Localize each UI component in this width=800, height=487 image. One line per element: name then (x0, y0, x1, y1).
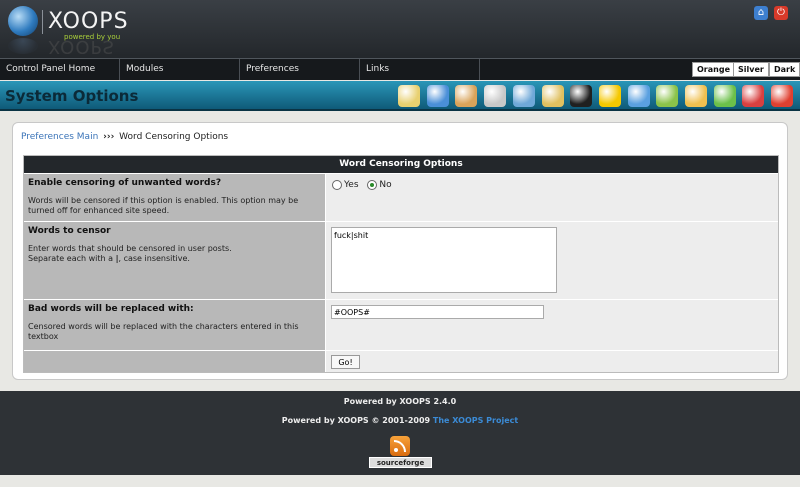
desc-text: Separate each with a (28, 254, 116, 263)
breadcrumb: Preferences Main ››› Word Censoring Opti… (21, 132, 228, 142)
radio-no-label[interactable]: No (379, 180, 391, 190)
star-icon[interactable] (570, 85, 592, 107)
row-description: Words will be censored if this option is… (28, 196, 299, 215)
go-button[interactable]: Go! (331, 355, 360, 369)
row-label-empty (24, 351, 326, 372)
breadcrumb-preferences-main[interactable]: Preferences Main (21, 132, 98, 142)
xoops-logo[interactable]: XOOPS powered by you XOOPS (6, 4, 136, 57)
nav-modules[interactable]: Modules (120, 59, 240, 80)
globe-icon[interactable] (427, 85, 449, 107)
breadcrumb-current: Word Censoring Options (119, 132, 229, 142)
form-row-enable-censoring: Enable censoring of unwanted words? Word… (24, 173, 778, 221)
censor-radio-group: Yes No (332, 180, 398, 191)
replacement-input[interactable] (331, 305, 544, 319)
row-title: Enable censoring of unwanted words? (28, 178, 222, 188)
nav-control-panel-home[interactable]: Control Panel Home (0, 59, 120, 80)
group-icon[interactable] (714, 85, 736, 107)
radio-yes[interactable] (332, 180, 342, 190)
row-value: Yes No (326, 174, 778, 221)
person-icon[interactable] (542, 85, 564, 107)
title-bar: System Options (0, 81, 800, 111)
row-description-line1: Enter words that should be censored in u… (28, 244, 232, 253)
row-value: Go! (326, 351, 778, 372)
globe-icon (8, 6, 38, 36)
row-description-line2: Separate each with a |, case insensitive… (28, 254, 321, 264)
row-label: Words to censor Enter words that should … (24, 222, 326, 299)
smiley-icon[interactable] (599, 85, 621, 107)
content-panel: Preferences Main ››› Word Censoring Opti… (12, 122, 788, 380)
censor-words-textarea[interactable]: fuck|shit (331, 227, 557, 293)
page-title: System Options (5, 87, 139, 105)
home-icon[interactable]: ⌂ (754, 6, 768, 20)
xoops-project-link[interactable]: The XOOPS Project (433, 416, 518, 425)
magnifier-icon[interactable] (513, 85, 535, 107)
row-description: Enter words that should be censored in u… (28, 244, 321, 264)
nav-preferences[interactable]: Preferences (240, 59, 360, 80)
row-value (326, 300, 778, 350)
sourceforge-badge[interactable]: sourceforge (369, 457, 432, 468)
copyright-line: Powered by XOOPS © 2001-2009 The XOOPS P… (0, 416, 800, 425)
row-label: Bad words will be replaced with: Censore… (24, 300, 326, 350)
footer: Powered by XOOPS 2.4.0 Powered by XOOPS … (0, 391, 800, 475)
form-heading: Word Censoring Options (24, 156, 778, 173)
mail-icon[interactable] (685, 85, 707, 107)
radio-no[interactable] (367, 180, 378, 190)
nav-links[interactable]: Links (360, 59, 480, 80)
row-description: Censored words will be replaced with the… (28, 322, 299, 341)
screen-icon[interactable] (771, 85, 793, 107)
users-icon[interactable] (455, 85, 477, 107)
power-icon[interactable]: ⏻ (774, 6, 788, 20)
radio-yes-label[interactable]: Yes (344, 180, 359, 190)
monitor-icon[interactable] (628, 85, 650, 107)
main-nav: Control Panel Home Modules Preferences L… (0, 58, 800, 80)
powered-by-line: Powered by XOOPS 2.4.0 (343, 397, 457, 406)
form-row-words-to-censor: Words to censor Enter words that should … (24, 221, 778, 299)
globe-reflection (8, 38, 38, 54)
form-row-replacement: Bad words will be replaced with: Censore… (24, 299, 778, 350)
logo-reflection: XOOPS (48, 36, 115, 57)
notepad-icon[interactable] (398, 85, 420, 107)
blocks-icon[interactable] (742, 85, 764, 107)
rss-icon[interactable] (390, 436, 410, 456)
desc-text: , case insensitive. (118, 254, 190, 263)
theme-orange-button[interactable]: Orange (692, 62, 735, 77)
house-icon[interactable] (484, 85, 506, 107)
package-icon[interactable] (656, 85, 678, 107)
logo-separator (42, 10, 43, 34)
row-value: fuck|shit (326, 222, 778, 299)
form-row-submit: Go! (24, 350, 778, 372)
row-label: Enable censoring of unwanted words? Word… (24, 174, 326, 221)
logo-text: XOOPS (48, 9, 129, 34)
row-title: Words to censor (28, 226, 111, 236)
theme-silver-button[interactable]: Silver (733, 62, 769, 77)
word-censoring-form: Word Censoring Options Enable censoring … (23, 155, 779, 373)
copyright-text: Powered by XOOPS © 2001-2009 (281, 416, 433, 425)
header: XOOPS powered by you XOOPS ⌂ ⏻ (0, 0, 800, 58)
theme-dark-button[interactable]: Dark (769, 62, 800, 77)
bottom-strip (0, 475, 800, 487)
breadcrumb-separator: ››› (103, 132, 115, 142)
row-title: Bad words will be replaced with: (28, 304, 194, 314)
